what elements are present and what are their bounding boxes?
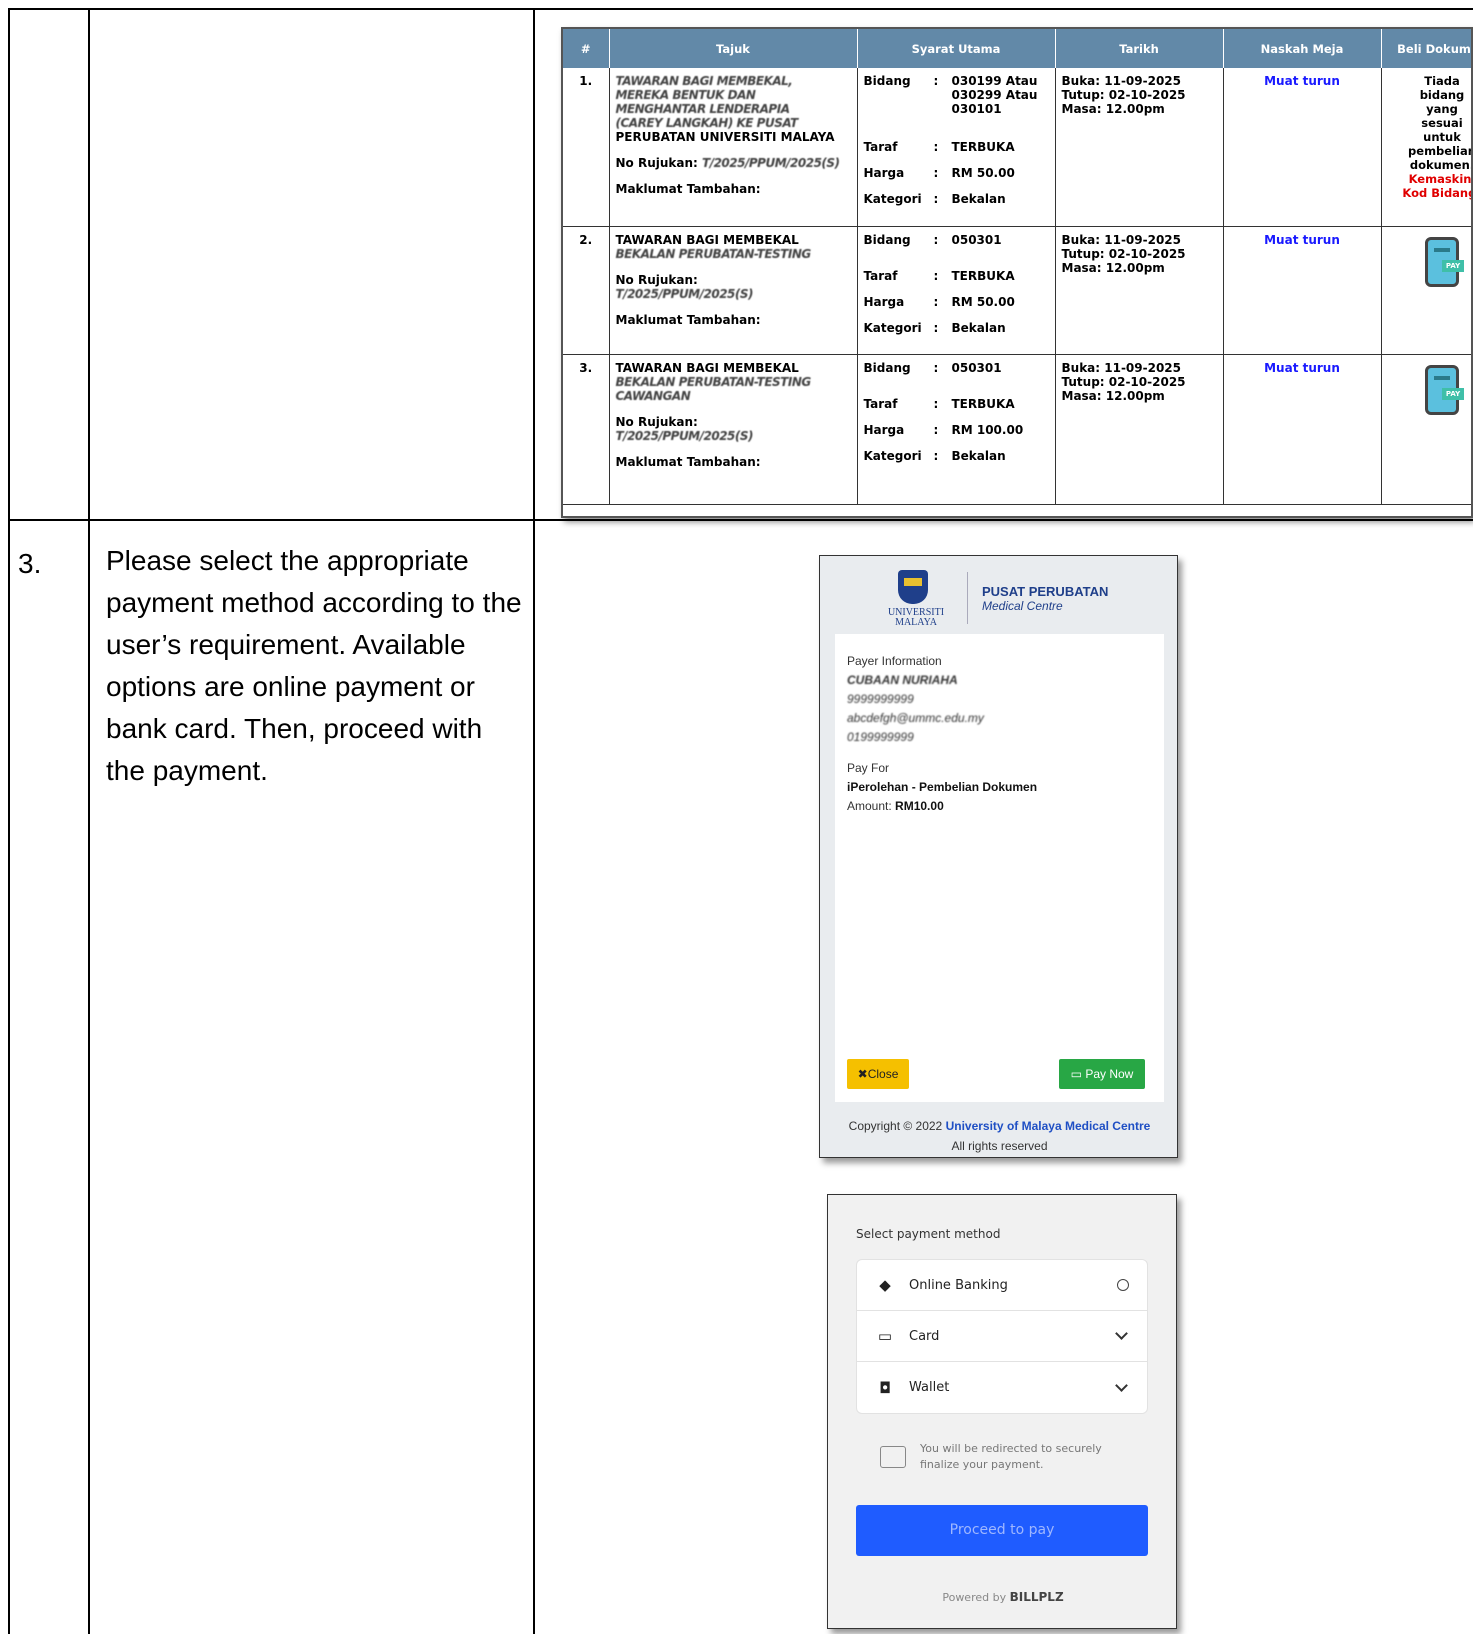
org-subtitle: Medical Centre [982, 599, 1063, 613]
header-tajuk: Tajuk [609, 29, 858, 68]
redirect-note: You will be redirected to securely final… [880, 1441, 1130, 1473]
pay-phone-icon[interactable]: PAY [1425, 236, 1464, 287]
row-tarikh: Buka: 11-09-2025 Tutup: 02-10-2025 Masa:… [1055, 354, 1224, 505]
wallet-icon: ◘ [879, 1378, 891, 1397]
pay-phone-icon[interactable]: PAY [1425, 364, 1464, 415]
card-redirect-icon [880, 1446, 906, 1468]
billplz-payment-screenshot: Select payment method ◆ Online Banking ▭… [827, 1194, 1177, 1629]
row-title: TAWARAN BAGI MEMBEKAL BEKALAN PERUBATAN-… [609, 354, 858, 505]
row-tarikh: Buka: 11-09-2025 Tutup: 02-10-2025 Masa:… [1055, 226, 1224, 355]
radio-button[interactable] [1117, 1279, 1129, 1291]
table-col-divider-2 [533, 8, 535, 1634]
row-number: 1. [563, 68, 610, 227]
table-col-divider-1 [88, 8, 90, 1634]
header-syarat: Syarat Utama [857, 29, 1056, 68]
table-border-top [8, 8, 1473, 10]
row-syarat: Bidang:050301 Taraf: TERBUKA Harga: RM 100… [857, 354, 1056, 505]
row-naskah: Muat turun [1223, 68, 1382, 227]
payer-email: abcdefgh@ummc.edu.my [847, 711, 984, 725]
powered-by: Powered by BILLPLZ [942, 1590, 1064, 1604]
select-method-title: Select payment method [856, 1227, 1001, 1241]
payer-name: CUBAAN NURIAHA [847, 673, 958, 687]
row-tarikh: Buka: 11-09-2025 Tutup: 02-10-2025 Masa:… [1055, 68, 1224, 227]
payment-method-list: ◆ Online Banking ▭ Card ◘ Wallet [856, 1259, 1148, 1414]
proceed-to-pay-button[interactable]: Proceed to pay [856, 1505, 1148, 1556]
row-title: TAWARAN BAGI MEMBEKAL BEKALAN PERUBATAN-… [609, 226, 858, 355]
row-naskah: Muat turun [1223, 226, 1382, 355]
row-number: 3. [563, 354, 610, 505]
step-number: 3. [18, 548, 42, 579]
payer-phone: 0199999999 [847, 730, 914, 744]
close-icon: ✖ [857, 1067, 868, 1081]
modal-header: UNIVERSITI MALAYA PUSAT PERUBATAN Medica… [820, 556, 1177, 634]
org-title: PUSAT PERUBATAN [982, 584, 1109, 599]
table-row: 2. TAWARAN BAGI MEMBEKAL BEKALAN PERUBAT… [563, 226, 1471, 355]
step-instruction: Please select the appropriate payment me… [106, 545, 522, 786]
table-row-divider [8, 519, 1473, 521]
credit-card-icon: ▭ [1070, 1067, 1086, 1081]
row-syarat: Bidang:050301 Taraf: TERBUKA Harga: RM 50.… [857, 226, 1056, 355]
payer-label: Payer Information [847, 654, 942, 668]
modal-footer: Copyright © 2022 University of Malaya Me… [848, 1119, 1151, 1153]
download-link[interactable]: Muat turun [1230, 361, 1375, 375]
pay-for-label: Pay For [847, 761, 890, 775]
header-divider [967, 572, 968, 624]
chevron-down-icon[interactable] [1115, 1378, 1128, 1392]
payment-modal-screenshot: UNIVERSITI MALAYA PUSAT PERUBATAN Medica… [819, 555, 1178, 1158]
row-beli: PAY [1381, 354, 1471, 505]
row-syarat: Bidang:030199 Atau 030299 Atau 030101 Ta… [857, 68, 1056, 227]
chevron-down-icon[interactable] [1115, 1327, 1128, 1340]
header-tarikh: Tarikh [1055, 29, 1224, 68]
header-beli: Beli Dokumen [1381, 29, 1471, 68]
diamond-icon: ◆ [879, 1276, 891, 1294]
close-button[interactable]: ✖Close [847, 1059, 909, 1089]
table-row: 1. TAWARAN BAGI MEMBEKAL, MEREKA BENTUK … [563, 68, 1471, 227]
header-naskah: Naskah Meja [1223, 29, 1382, 68]
download-link[interactable]: Muat turun [1230, 233, 1375, 247]
header-number: # [563, 29, 610, 68]
option-wallet[interactable]: ◘ Wallet [857, 1362, 1147, 1413]
download-link[interactable]: Muat turun [1230, 74, 1375, 88]
card-icon: ▭ [877, 1327, 893, 1345]
row-beli: PAY [1381, 226, 1471, 355]
row-title: TAWARAN BAGI MEMBEKAL, MEREKA BENTUK DAN… [609, 68, 858, 227]
row-beli: Tiada bidang yang sesuai untuk pembelian… [1381, 68, 1471, 227]
amount-line: Amount: RM10.00 [847, 799, 944, 813]
um-crest-icon [898, 570, 928, 604]
row-number: 2. [563, 226, 610, 355]
um-logo-text: UNIVERSITI MALAYA [887, 607, 945, 628]
pay-now-button[interactable]: ▭ Pay Now [1059, 1059, 1145, 1089]
org-link[interactable]: University of Malaya Medical Centre [946, 1119, 1151, 1133]
tender-table-screenshot: # Tajuk Syarat Utama Tarikh Naskah Meja … [561, 27, 1473, 518]
modal-body: Payer Information CUBAAN NURIAHA 9999999… [835, 634, 1164, 1102]
pay-for-value: iPerolehan - Pembelian Dokumen [847, 780, 1038, 794]
tender-header-row: # Tajuk Syarat Utama Tarikh Naskah Meja … [563, 29, 1471, 68]
option-online-banking[interactable]: ◆ Online Banking [857, 1260, 1147, 1311]
option-card[interactable]: ▭ Card [857, 1311, 1147, 1362]
row-naskah: Muat turun [1223, 354, 1382, 505]
payer-id: 9999999999 [847, 692, 914, 706]
table-row: 3. TAWARAN BAGI MEMBEKAL BEKALAN PERUBAT… [563, 354, 1471, 505]
